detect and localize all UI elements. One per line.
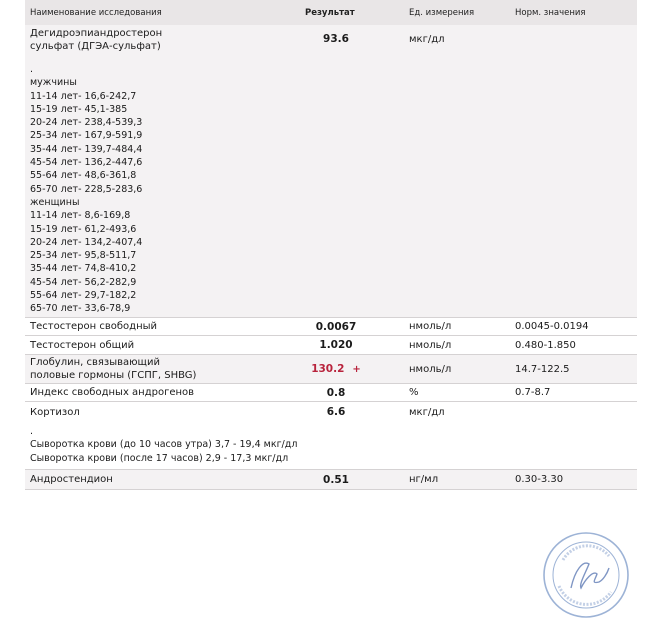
result-cell: 0.51 [287,474,385,486]
ref-line: 45-54 лет- 56,2-282,9 [30,276,137,288]
table-row: Индекс свободных андрогенов 0.8 % 0.7-8.… [25,384,637,402]
result-value: 6.6 [326,406,346,418]
cortisol-block: Кортизол 6.6 мкг/дл . Сыворотка крови (д… [25,402,637,470]
result-cell: 0.8 [287,387,385,399]
ref-line: . [30,64,34,75]
result-cell: 1.020 [287,339,385,351]
norm-cell: 0.30-3.30 [515,474,564,485]
test-name: Глобулин, связывающий половые гормоны (Г… [25,356,287,382]
test-name-line: Глобулин, связывающий [30,357,160,368]
header-unit: Ед. измерения [409,7,475,18]
ref-line: 11-14 лет- 8,6-169,8 [30,210,131,222]
result-value: 0.0067 [315,320,357,333]
header-name: Наименование исследования [30,7,162,18]
norm-cell: 0.7-8.7 [515,387,551,398]
ref-line: 65-70 лет- 228,5-283,6 [30,183,143,195]
ref-line: 20-24 лет- 134,2-407,4 [30,236,143,248]
table-row: Тестостерон общий 1.020 нмоль/л 0.480-1.… [25,336,637,355]
ref-line: женщины [30,196,80,208]
result-value: 93.6 [323,33,349,45]
test-name: Андростендион [30,474,113,485]
ref-line: 11-14 лет- 16,6-242,7 [30,90,137,102]
ref-line: 15-19 лет- 45,1-385 [30,103,128,115]
ref-line: мужчины [30,77,77,89]
norm-cell: 0.480-1.850 [515,339,576,351]
test-name: Тестостерон свободный [30,321,158,332]
high-flag: + [352,364,361,375]
ref-line: 35-44 лет- 74,8-410,2 [30,263,137,275]
norm-cell: 14.7-122.5 [515,363,570,375]
unit-cell: нмоль/л [409,321,452,332]
stamp-icon [543,532,629,618]
ref-line: 20-24 лет- 238,4-539,3 [30,117,143,129]
reference-ranges: . Сыворотка крови (до 10 часов утра) 3,7… [25,425,637,465]
unit-cell: нмоль/л [409,363,452,375]
table-row: Дегидроэпиандростерон сульфат (ДГЭА-суль… [25,25,637,53]
test-name: Дегидроэпиандростерон сульфат (ДГЭА-суль… [25,27,287,53]
header-norm: Норм. значения [515,7,586,18]
result-cell: 6.6 [287,406,385,418]
dhea-block: Дегидроэпиандростерон сульфат (ДГЭА-суль… [25,25,637,318]
result-value: 0.51 [323,473,349,486]
result-cell: 130.2 + [287,363,385,375]
ref-line: 35-44 лет- 139,7-484,4 [30,143,143,155]
test-name: Кортизол [30,406,80,418]
result-cell: 0.0067 [287,321,385,333]
table-header: Наименование исследования Результат Ед. … [25,0,637,25]
result-value: 0.8 [326,386,346,399]
ref-line: 45-54 лет- 136,2-447,6 [30,157,143,169]
unit-cell: % [409,387,419,398]
result-cell: 93.6 [287,27,385,45]
table-row: Тестостерон свободный 0.0067 нмоль/л 0.0… [25,318,637,336]
table-row: Кортизол 6.6 мкг/дл [25,402,637,422]
ref-line: 55-64 лет- 48,6-361,8 [30,170,137,182]
ref-line: 15-19 лет- 61,2-493,6 [30,223,137,235]
unit-cell: нмоль/л [409,339,452,351]
test-name-line: половые гормоны (ГСПГ, SHBG) [30,370,197,381]
unit-cell: мкг/дл [409,34,445,45]
table-row: Глобулин, связывающий половые гормоны (Г… [25,355,637,384]
unit-cell: нг/мл [409,474,439,485]
header-result: Результат [305,7,355,18]
result-value: 130.2 [311,363,345,375]
test-name: Тестостерон общий [30,339,135,351]
norm-cell: 0.0045-0.0194 [515,321,589,332]
results-table: Наименование исследования Результат Ед. … [25,0,637,490]
test-name: Индекс свободных андрогенов [30,387,195,398]
result-value: 1.020 [319,339,353,351]
ref-line: 65-70 лет- 33,6-78,9 [30,303,131,315]
ref-line: Сыворотка крови (до 10 часов утра) 3,7 -… [30,439,298,451]
test-name-line: сульфат (ДГЭА-сульфат) [30,41,161,52]
ref-line: 55-64 лет- 29,7-182,2 [30,290,137,302]
ref-line: Сыворотка крови (после 17 часов) 2,9 - 1… [30,452,289,464]
ref-line: . [30,426,34,437]
unit-cell: мкг/дл [409,406,445,418]
ref-line: 25-34 лет- 95,8-511,7 [30,250,137,262]
reference-ranges: . мужчины 11-14 лет- 16,6-242,7 15-19 ле… [25,63,637,316]
test-name-line: Дегидроэпиандростерон [30,28,163,39]
table-row: Андростендион 0.51 нг/мл 0.30-3.30 [25,470,637,490]
ref-line: 25-34 лет- 167,9-591,9 [30,130,143,142]
signature-icon [570,562,610,590]
